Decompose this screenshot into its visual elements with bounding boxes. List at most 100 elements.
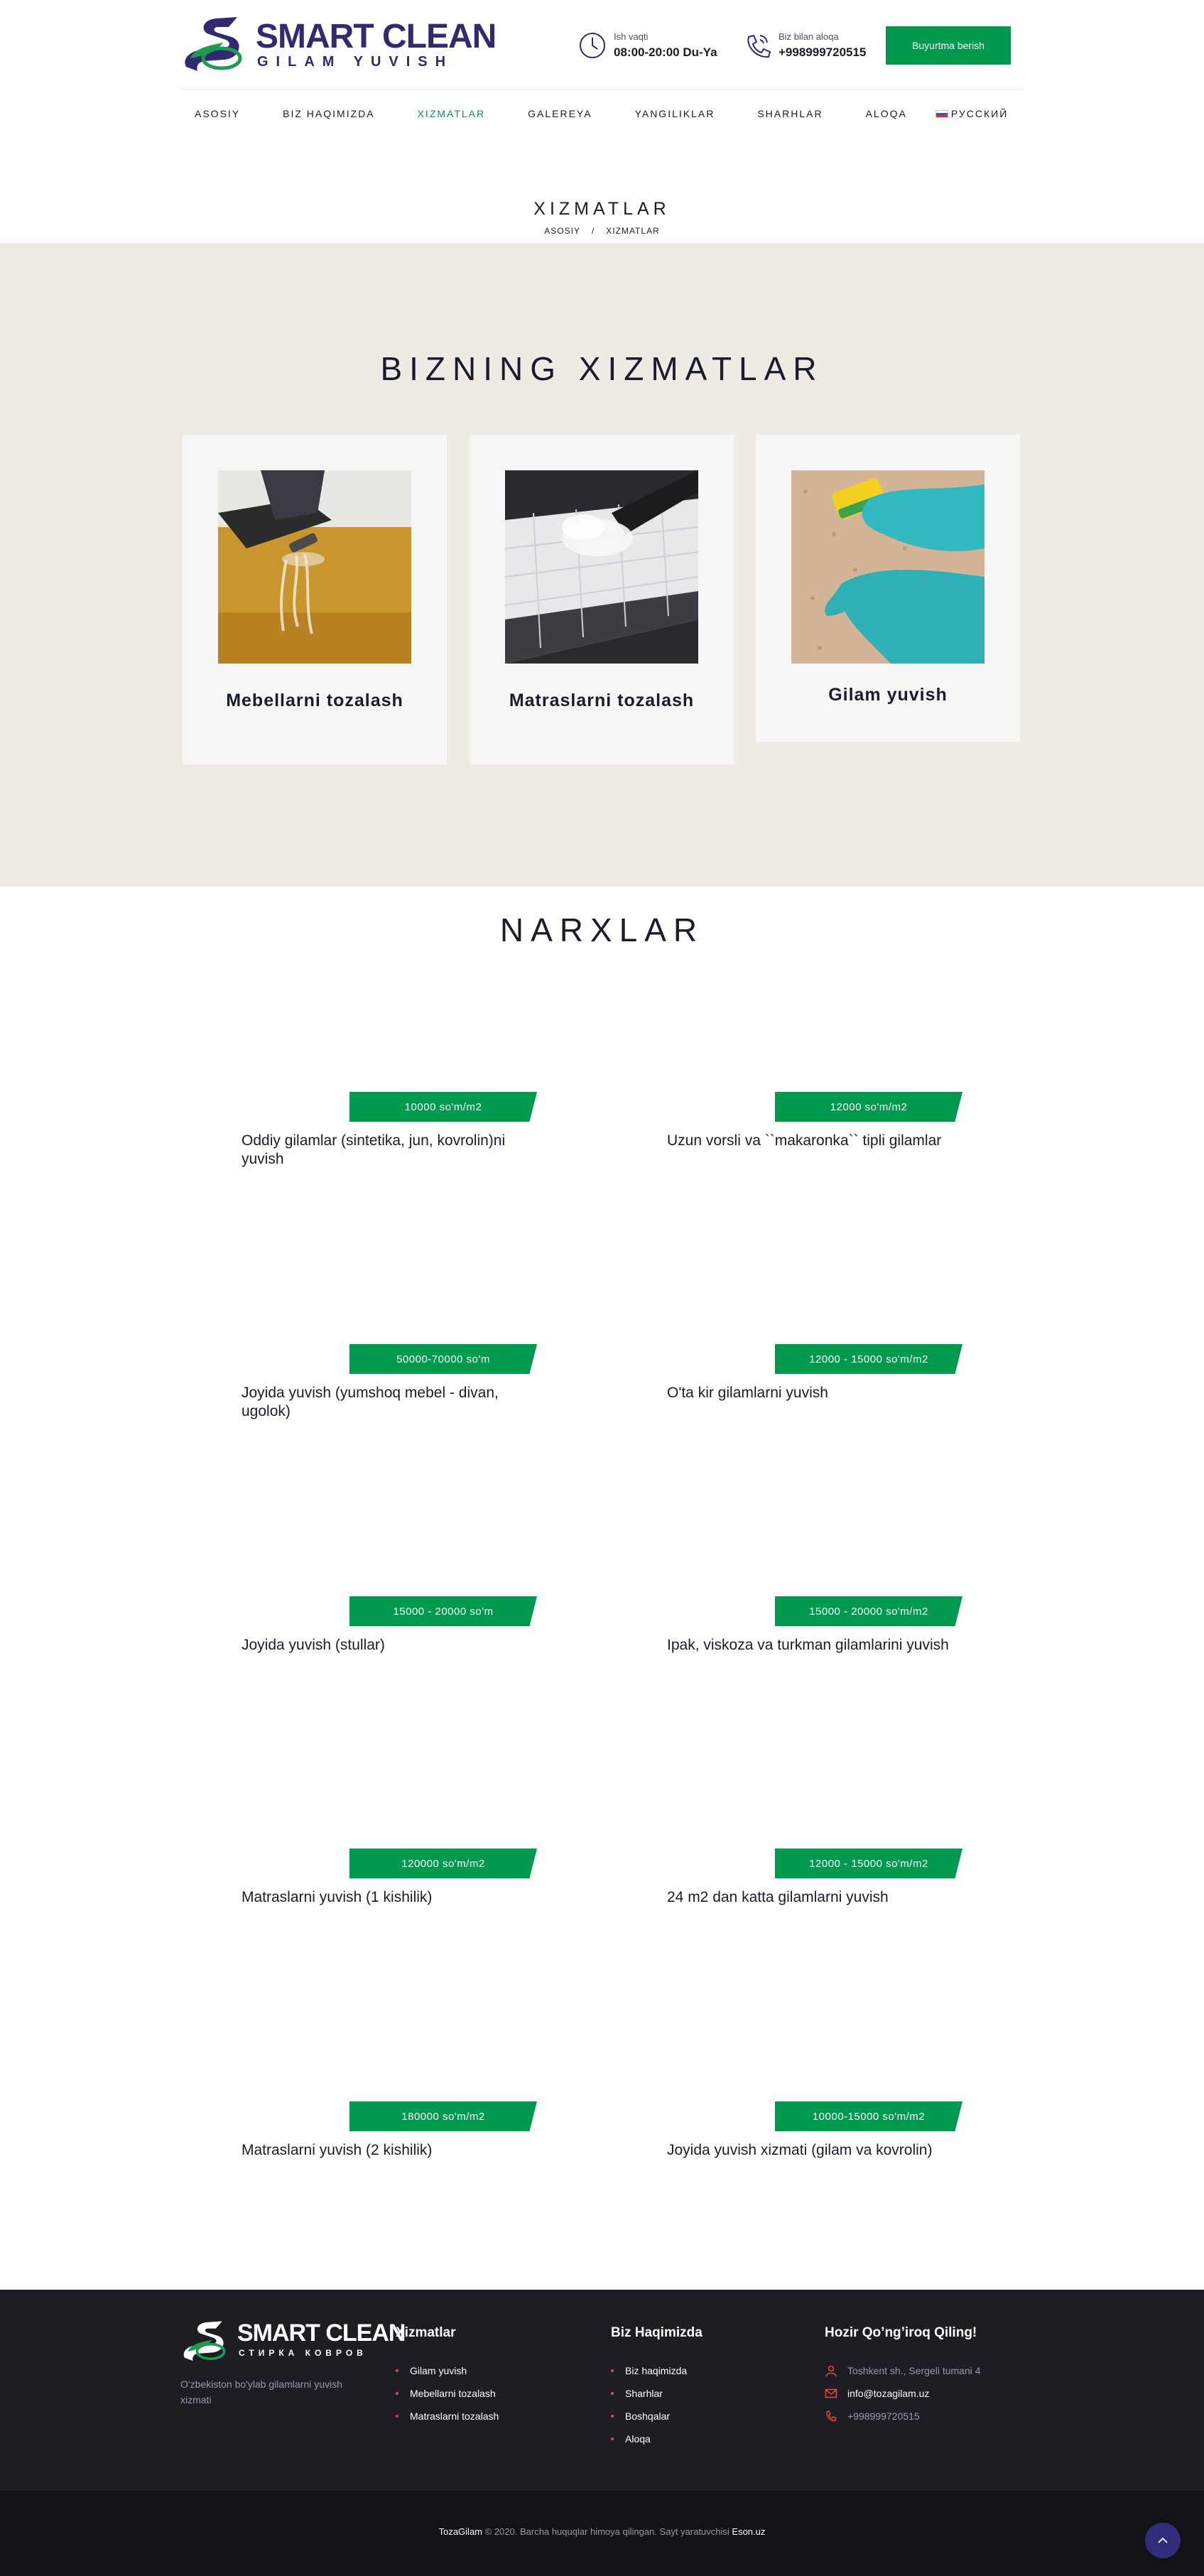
footer-link-label: Boshqalar bbox=[625, 2410, 671, 2422]
mattress-cleaning-image bbox=[505, 470, 698, 664]
footer-logo-subtitle: СТИРКА КОВРОВ bbox=[239, 2348, 367, 2358]
nav-item-xizmatlar[interactable]: XIZMATLAR bbox=[403, 103, 486, 124]
phone-label: Biz bilan aloqa bbox=[779, 31, 839, 42]
footer-link-label: Biz haqimizda bbox=[625, 2365, 688, 2376]
logo-mark-icon bbox=[185, 17, 242, 71]
phone-value[interactable]: +998999720515 bbox=[779, 45, 866, 60]
copyright-developer-link[interactable]: Eson.uz bbox=[732, 2526, 765, 2537]
nav-item-biz-haqimizda[interactable]: BIZ HAQIMIZDA bbox=[269, 103, 374, 124]
price-tag: 10000-15000 so'm/m2 bbox=[775, 2101, 962, 2131]
price-tag: 120000 so'm/m2 bbox=[349, 1849, 537, 1878]
price-name: Ipak, viskoza va turkman gilamlarini yuv… bbox=[667, 1637, 949, 1653]
copyright-text: © 2020. Barcha huquqlar himoya qilingan.… bbox=[482, 2526, 732, 2537]
services-section: BIZNING XIZMATLAR Mebellarni tozalash Ma… bbox=[0, 243, 1204, 887]
scroll-to-top-button[interactable] bbox=[1145, 2523, 1181, 2558]
copyright: TozaGilam © 2020. Barcha huquqlar himoya… bbox=[0, 2526, 1204, 2537]
footer-about-column: Biz Haqimizda Biz haqimizda Sharhlar Bos… bbox=[611, 2325, 703, 2456]
logo-subtitle: GILAM YUVISH bbox=[257, 54, 454, 70]
price-tag: 12000 so'm/m2 bbox=[775, 1092, 962, 1122]
nav-item-sharhlar[interactable]: SHARHLAR bbox=[743, 103, 823, 124]
price-tag: 15000 - 20000 so'm bbox=[349, 1596, 537, 1626]
russia-flag-icon bbox=[935, 110, 948, 118]
footer-logo-mark-icon bbox=[183, 2321, 226, 2361]
logo[interactable]: SMART CLEAN GILAM YUVISH bbox=[180, 16, 497, 74]
chevron-up-icon bbox=[1158, 2537, 1168, 2543]
price-item: 10000-15000 so'm/m2 Joyida yuvish xizmat… bbox=[667, 2101, 965, 2187]
nav-item-yangiliklar[interactable]: YANGILIKLAR bbox=[621, 103, 715, 124]
price-name: Joyida yuvish xizmati (gilam va kovrolin… bbox=[667, 2142, 933, 2158]
footer-phone-text: +998999720515 bbox=[847, 2410, 920, 2422]
footer-logo[interactable]: SMART CLEAN СТИРКА КОВРОВ bbox=[180, 2320, 406, 2368]
service-card-carpet[interactable]: Gilam yuvish bbox=[756, 435, 1020, 742]
language-label: РУССКИЙ bbox=[950, 108, 1009, 119]
clock-icon bbox=[580, 33, 605, 58]
price-item: 12000 - 15000 so'm/m2 24 m2 dan katta gi… bbox=[667, 1849, 965, 1934]
bullet-icon bbox=[396, 2392, 398, 2395]
footer-link-label: Gilam yuvish bbox=[410, 2365, 467, 2376]
footer-link-label: Mebellarni tozalash bbox=[410, 2388, 496, 2399]
footer-link[interactable]: Sharhlar bbox=[611, 2388, 703, 2399]
nav-item-galereya[interactable]: GALEREYA bbox=[514, 103, 592, 124]
breadcrumb-home[interactable]: ASOSIY bbox=[544, 226, 580, 236]
footer-phone[interactable]: +998999720515 bbox=[825, 2410, 981, 2422]
nav-item-asosiy[interactable]: ASOSIY bbox=[180, 103, 240, 124]
footer-link-label: Sharhlar bbox=[625, 2388, 663, 2399]
price-name: Oddiy gilamlar (sintetika, jun, kovrolin… bbox=[242, 1132, 506, 1167]
furniture-cleaning-image bbox=[218, 470, 411, 664]
bullet-icon bbox=[611, 2415, 614, 2418]
price-name: Matraslarni yuvish (1 kishilik) bbox=[242, 1889, 433, 1905]
breadcrumb-current: XIZMATLAR bbox=[606, 226, 660, 236]
footer-contact-title: Hozir Qo’ng’iroq Qiling! bbox=[825, 2325, 977, 2340]
footer-description: O'zbekiston bo'ylab gilamlarni yuvish xi… bbox=[180, 2379, 342, 2405]
price-item: 15000 - 20000 so'm/m2 Ipak, viskoza va t… bbox=[667, 1596, 965, 1682]
main-nav: ASOSIY BIZ HAQIMIZDA XIZMATLAR GALEREYA … bbox=[180, 103, 1036, 124]
logo-title: SMART CLEAN bbox=[256, 18, 497, 55]
price-tag: 10000 so'm/m2 bbox=[349, 1092, 537, 1122]
breadcrumb: ASOSIY / XIZMATLAR bbox=[0, 226, 1204, 236]
order-button[interactable]: Buyurtma berish bbox=[886, 26, 1011, 65]
site-header: SMART CLEAN GILAM YUVISH Ish vaqti 08:00… bbox=[0, 0, 1204, 89]
service-card-caption: Mebellarni tozalash bbox=[226, 691, 403, 710]
site-footer: SMART CLEAN СТИРКА КОВРОВ O'zbekiston bo… bbox=[0, 2290, 1204, 2491]
footer-link[interactable]: Aloqa bbox=[611, 2433, 703, 2445]
price-item: 12000 - 15000 so'm/m2 O'ta kir gilamlarn… bbox=[667, 1344, 965, 1429]
mail-icon bbox=[825, 2388, 837, 2398]
price-item: 10000 so'm/m2 Oddiy gilamlar (sintetika,… bbox=[242, 1092, 540, 1177]
bullet-icon bbox=[611, 2392, 614, 2395]
page-title: XIZMATLAR bbox=[533, 199, 671, 219]
footer-address-text: Toshkent sh., Sergeli tumani 4 bbox=[847, 2365, 981, 2376]
breadcrumb-separator: / bbox=[591, 226, 595, 236]
price-name: 24 m2 dan katta gilamlarni yuvish bbox=[667, 1889, 889, 1905]
language-switcher[interactable]: РУССКИЙ bbox=[935, 103, 1008, 124]
footer-link-label: Aloqa bbox=[625, 2433, 651, 2445]
nav-item-aloqa[interactable]: ALOQA bbox=[852, 103, 907, 124]
footer-link[interactable]: Mebellarni tozalash bbox=[396, 2388, 499, 2399]
service-card-furniture[interactable]: Mebellarni tozalash bbox=[183, 435, 447, 764]
footer-link[interactable]: Matraslarni tozalash bbox=[396, 2410, 499, 2422]
footer-email-text: info@tozagilam.uz bbox=[847, 2388, 930, 2399]
hours-value: 08:00-20:00 Du-Ya bbox=[614, 45, 717, 59]
price-item: 180000 so'm/m2 Matraslarni yuvish (2 kis… bbox=[242, 2101, 540, 2187]
service-card-caption: Gilam yuvish bbox=[828, 685, 948, 705]
service-card-mattress[interactable]: Matraslarni tozalash bbox=[470, 435, 734, 764]
price-tag: 12000 - 15000 so'm/m2 bbox=[775, 1344, 962, 1374]
phone-icon bbox=[747, 34, 771, 58]
price-tag: 15000 - 20000 so'm/m2 bbox=[775, 1596, 962, 1626]
copyright-brand[interactable]: TozaGilam bbox=[439, 2526, 482, 2537]
footer-services-column: Xizmatlar Gilam yuvish Mebellarni tozala… bbox=[396, 2325, 499, 2433]
footer-link[interactable]: Boshqalar bbox=[611, 2410, 703, 2422]
footer-contact-column: Hozir Qo’ng’iroq Qiling! Toshkent sh., S… bbox=[825, 2325, 981, 2433]
price-item: 120000 so'm/m2 Matraslarni yuvish (1 kis… bbox=[242, 1849, 540, 1934]
footer-link-label: Matraslarni tozalash bbox=[410, 2410, 499, 2422]
price-name: Uzun vorsli va ``makaronka`` tipli gilam… bbox=[667, 1132, 942, 1149]
bullet-icon bbox=[611, 2437, 614, 2440]
price-tag: 180000 so'm/m2 bbox=[349, 2101, 537, 2131]
price-tag: 50000-70000 so'm bbox=[349, 1344, 537, 1374]
footer-link[interactable]: Gilam yuvish bbox=[396, 2365, 499, 2376]
contact-phone: Biz bilan aloqa +998999720515 bbox=[743, 28, 878, 64]
footer-link[interactable]: Biz haqimizda bbox=[611, 2365, 703, 2376]
price-name: Joyida yuvish (yumshoq mebel - divan, ug… bbox=[242, 1385, 499, 1419]
footer-email[interactable]: info@tozagilam.uz bbox=[825, 2388, 981, 2399]
hours-label: Ish vaqti bbox=[614, 31, 649, 42]
footer-about-title: Biz Haqimizda bbox=[611, 2325, 703, 2340]
